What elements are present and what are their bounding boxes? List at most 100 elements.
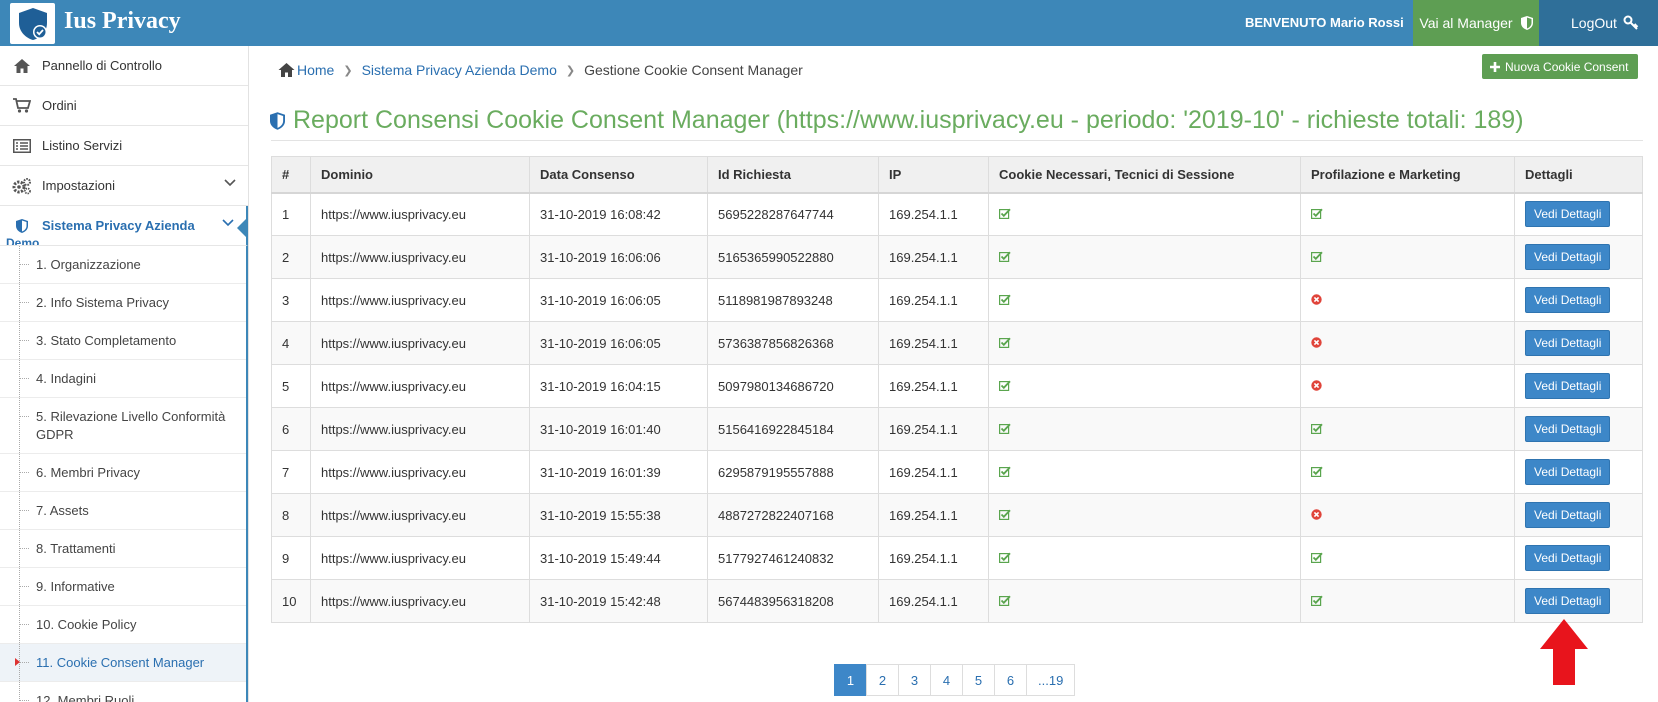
marketing-cell (1300, 192, 1515, 236)
page-link[interactable]: 2 (866, 664, 899, 696)
view-details-button[interactable]: Vedi Dettagli (1525, 373, 1611, 399)
sidebar-subitem[interactable]: 4. Indagini (0, 360, 246, 398)
page-title-text: Report Consensi Cookie Consent Manager (… (293, 106, 1524, 134)
logout-button[interactable]: LogOut (1539, 0, 1658, 46)
necessary-cookies-cell (988, 235, 1301, 279)
sidebar-item-settings[interactable]: Impostazioni (0, 166, 248, 206)
sidebar-item-label-overflow: Demo (6, 236, 40, 246)
details-cell: Vedi Dettagli (1514, 192, 1643, 236)
sidebar-subitem-label: 9. Informative (36, 579, 115, 594)
shield-icon (1520, 16, 1533, 30)
sidebar-item-dashboard[interactable]: Pannello di Controllo (0, 46, 248, 86)
marketing-cell (1300, 536, 1515, 580)
page-link[interactable]: ...19 (1026, 664, 1076, 696)
marketing-cell (1300, 450, 1515, 494)
sidebar-subitem[interactable]: 10. Cookie Policy (0, 606, 246, 644)
logo[interactable] (10, 3, 55, 44)
sidebar-subitem-label: 11. Cookie Consent Manager (36, 655, 205, 670)
sidebar-subitem[interactable]: 1. Organizzazione (0, 246, 246, 284)
cross-icon (1311, 379, 1322, 394)
view-details-button[interactable]: Vedi Dettagli (1525, 502, 1611, 528)
sidebar-subitem[interactable]: 7. Assets (0, 492, 246, 530)
request-id-cell: 5695228287647744 (707, 192, 879, 236)
sidebar-subitem[interactable]: 6. Membri Privacy (0, 454, 246, 492)
sidebar: Pannello di Controllo Ordini Listino Ser… (0, 46, 249, 702)
new-cookie-consent-button[interactable]: Nuova Cookie Consent (1482, 54, 1639, 79)
necessary-cookies-cell (988, 192, 1301, 236)
sidebar-subitem[interactable]: 2. Info Sistema Privacy (0, 284, 246, 322)
view-details-button[interactable]: Vedi Dettagli (1525, 244, 1611, 270)
sidebar-item-services[interactable]: Listino Servizi (0, 126, 248, 166)
sidebar-item-orders[interactable]: Ordini (0, 86, 248, 126)
column-header: Data Consenso (529, 156, 708, 194)
view-details-button[interactable]: Vedi Dettagli (1525, 416, 1611, 442)
marketing-cell (1300, 321, 1515, 365)
marketing-cell (1300, 579, 1515, 623)
sidebar-subitem[interactable]: 3. Stato Completamento (0, 322, 246, 360)
sidebar-item-label: Pannello di Controllo (42, 58, 162, 73)
row-number: 1 (271, 192, 311, 236)
page-link[interactable]: 6 (994, 664, 1027, 696)
page-link[interactable]: 5 (962, 664, 995, 696)
ip-cell: 169.254.1.1 (878, 493, 989, 537)
plus-icon (1490, 61, 1500, 72)
check-icon (1311, 422, 1323, 437)
page-link[interactable]: 4 (930, 664, 963, 696)
view-details-button[interactable]: Vedi Dettagli (1525, 287, 1611, 313)
consent-date-cell: 31-10-2019 16:06:06 (529, 235, 708, 279)
sidebar-subitem[interactable]: 8. Trattamenti (0, 530, 246, 568)
view-details-button[interactable]: Vedi Dettagli (1525, 545, 1611, 571)
domain-cell: https://www.iusprivacy.eu (310, 407, 530, 451)
view-details-button[interactable]: Vedi Dettagli (1525, 201, 1611, 228)
necessary-cookies-cell (988, 364, 1301, 408)
column-header: # (271, 156, 311, 194)
home-icon (12, 57, 32, 75)
request-id-cell: 4887272822407168 (707, 493, 879, 537)
page-link[interactable]: 3 (898, 664, 931, 696)
ip-cell: 169.254.1.1 (878, 192, 989, 236)
domain-cell: https://www.iusprivacy.eu (310, 235, 530, 279)
request-id-cell: 5736387856826368 (707, 321, 879, 365)
sidebar-item-label: Listino Servizi (42, 138, 123, 153)
chevron-right-icon: ❯ (343, 64, 353, 77)
sidebar-subitem-active[interactable]: 11. Cookie Consent Manager (0, 644, 246, 682)
sidebar-subitem[interactable]: 9. Informative (0, 568, 246, 606)
check-icon (999, 250, 1011, 265)
sidebar-subitem-label: 3. Stato Completamento (36, 333, 177, 348)
domain-cell: https://www.iusprivacy.eu (310, 493, 530, 537)
consent-date-cell: 31-10-2019 16:06:05 (529, 278, 708, 322)
view-details-button[interactable]: Vedi Dettagli (1525, 330, 1611, 356)
check-icon (1311, 551, 1323, 566)
check-icon (999, 293, 1011, 308)
table-row: 6 https://www.iusprivacy.eu 31-10-2019 16:… (271, 407, 1643, 451)
view-details-button[interactable]: Vedi Dettagli (1525, 459, 1611, 485)
table-row: 4 https://www.iusprivacy.eu 31-10-2019 16:… (271, 321, 1643, 365)
sidebar-subitem[interactable]: 12. Membri Ruoli (0, 682, 246, 702)
gears-icon (12, 177, 32, 195)
breadcrumb-privacy-system[interactable]: Sistema Privacy Azienda Demo (362, 62, 557, 78)
new-cookie-consent-label: Nuova Cookie Consent (1505, 59, 1629, 74)
sidebar-submenu: 1. Organizzazione 2. Info Sistema Privac… (0, 246, 248, 702)
pagination: 1 2 3 4 5 6 ...19 (834, 664, 1076, 696)
sidebar-item-privacy-system[interactable]: Sistema Privacy Azienda Demo (0, 206, 248, 246)
cross-icon (1311, 336, 1322, 351)
manager-button[interactable]: Vai al Manager (1413, 0, 1539, 46)
request-id-cell: 5156416922845184 (707, 407, 879, 451)
consent-date-cell: 31-10-2019 16:08:42 (529, 192, 708, 236)
breadcrumb-home[interactable]: Home (297, 62, 334, 78)
check-icon (999, 551, 1011, 566)
table-row: 9 https://www.iusprivacy.eu 31-10-2019 15:… (271, 536, 1643, 580)
view-details-button[interactable]: Vedi Dettagli (1525, 588, 1611, 614)
request-id-cell: 5165365990522880 (707, 235, 879, 279)
check-icon (1311, 250, 1323, 265)
domain-cell: https://www.iusprivacy.eu (310, 536, 530, 580)
page-link[interactable]: 1 (834, 664, 867, 696)
sidebar-subitem[interactable]: 5. Rilevazione Livello Conformità GDPR (0, 398, 246, 454)
consent-date-cell: 31-10-2019 16:06:05 (529, 321, 708, 365)
row-number: 7 (271, 450, 311, 494)
breadcrumb-current: Gestione Cookie Consent Manager (584, 62, 803, 78)
ip-cell: 169.254.1.1 (878, 278, 989, 322)
sidebar-subitem-label: 10. Cookie Policy (36, 617, 137, 632)
necessary-cookies-cell (988, 278, 1301, 322)
marketing-cell (1300, 278, 1515, 322)
